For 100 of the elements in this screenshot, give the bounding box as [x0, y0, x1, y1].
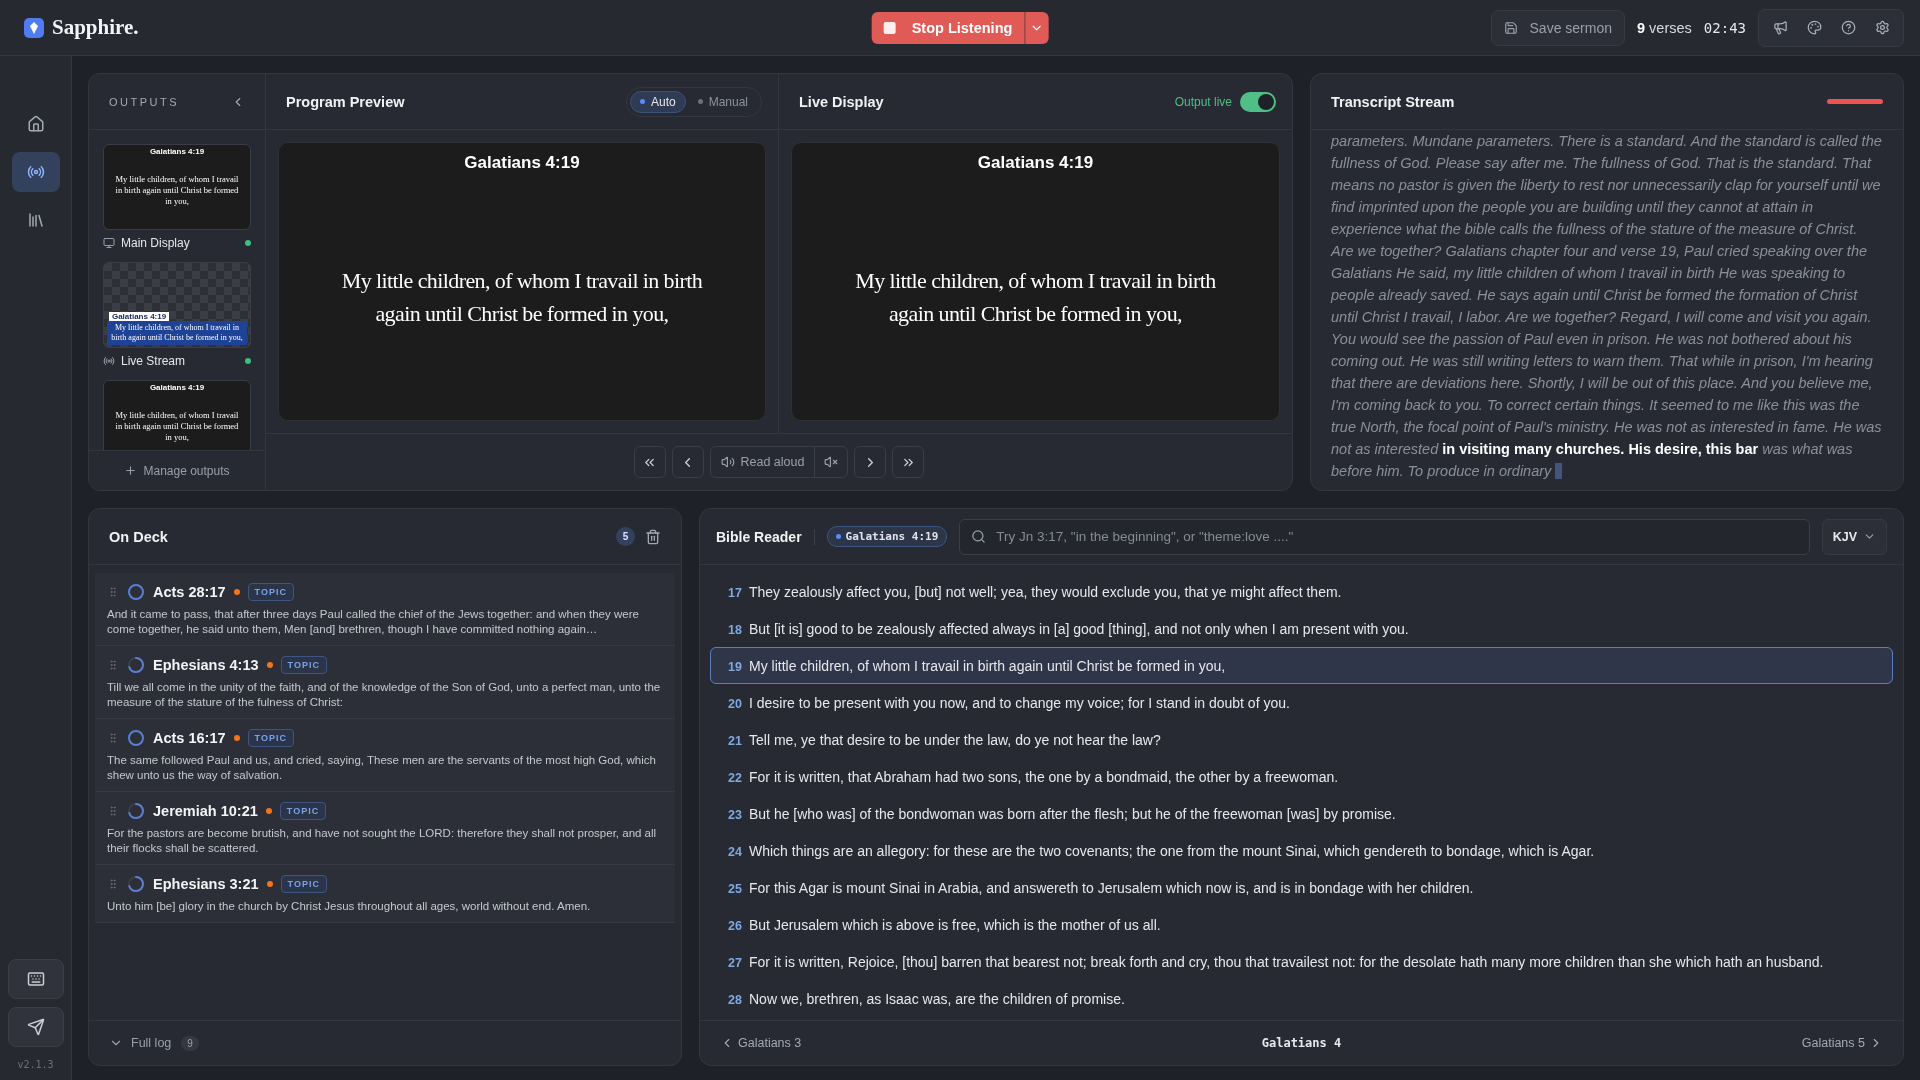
verse-text: Now we, brethren, as Isaac was, are the children of promise. [749, 990, 1125, 1007]
drag-handle-icon[interactable] [107, 805, 119, 817]
stream-preview[interactable]: Galatians 4:19 My little children, of whom I travail in birth again until Christ be formed in you, [103, 262, 251, 348]
nav-button[interactable] [11, 152, 60, 192]
verse-row[interactable]: 28 Now we, brethren, as Isaac was, are the children of promise. [710, 980, 1893, 1017]
megaphone-icon [1772, 20, 1788, 35]
transcript-text: parameters. Mundane parameters. There is a standard. And the standard is called the fullness of God. Please say after me. The fullness of God. That is the standard. That means no pastor is given the liberty to rest nor unnecessarily clap for yourself until we find imprinted upon the people you are building until they cannot at attain in experience what the bible calls the fullness of the stature of the measure of Christ. Are we together? Galatians chapter four and verse 19, Paul cried speaking over the Galatians He said, my little children of whom I travail in birth He was speaking to people already saved. He says again until Christ be formed the formation of Christ until Christ I travail, I labor. Are we together? Regard, I will come and visit you again. You would see the passion of Paul even in prison. He was not bothered about his coming out. He was still writing letters to warn them. That while in prison, I'm hearing that there are deviations here. Shortly, I will be out of this place. And you believe me, I'm coming back to you. To correct certain things. It seemed to me like this was the true North, the focal point of Paul's ministry. He was not as interested in fame. He was not as interested in visiting many churches. His desire, this bar was what was before him. To produce in ordinary [1329, 132, 1883, 481]
output-label: Main Display [121, 236, 190, 250]
verse-number: 18 [727, 622, 742, 637]
verse-text: Unto him [be] glory in the church by Christ Jesus throughout all ages, world without end. Amen. [107, 899, 592, 914]
verse-row[interactable]: 17 They zealously affect you, [but] not well; yea, they would exclude you, that ye might affect them. [710, 573, 1893, 610]
mode-tab[interactable]: Manual [687, 90, 758, 113]
version-select[interactable]: KJV [1821, 518, 1887, 555]
search-field[interactable]: Try Jn 3:17, "in the beginning", or "theme:love ...." [959, 518, 1810, 555]
outputs-title: OUTPUTS [109, 95, 180, 108]
mode-tab[interactable]: Auto [629, 90, 686, 113]
panel-title: Transcript Stream [1331, 93, 1455, 110]
verse-reference: Acts 28:17 [153, 584, 226, 600]
thumbnail-verse: My little children, of whom I travail in birth again until Christ be formed in you, [106, 321, 248, 345]
previous-chapter-link[interactable]: Galatians 3 [720, 1036, 802, 1050]
broadcast-icon [103, 355, 115, 367]
slide-verse: My little children, of whom I travail in birth again until Christ be formed in you, [340, 266, 704, 328]
monitor-icon [103, 237, 115, 249]
panel-title: Live Display [799, 93, 884, 110]
verse-row[interactable]: 21 Tell me, ye that desire to be under the law, do ye not hear the law? [710, 721, 1893, 758]
chapter-title: Galatians 4 [1261, 1036, 1342, 1050]
stop-listening-button[interactable]: Stop Listening [871, 11, 1025, 44]
send-icon [26, 1018, 45, 1036]
verse-text: I desire to be present with you now, and to change my voice; for I stand in doubt of you. [749, 694, 1290, 711]
verse-reference: Ephesians 4:13 [153, 657, 259, 673]
verse-text: For it is written, that Abraham had two sons, the one by a bondmaid, the other by a freewoman. [749, 768, 1339, 785]
next-chapter-link[interactable]: Galatians 5 [1801, 1036, 1883, 1050]
topic-tag: TOPIC [280, 656, 327, 674]
trash-icon [645, 528, 661, 545]
verse-row[interactable]: 24 Which things are an allegory: for these are the two covenants; the one from the mount Sinai, which gendereth to bondage, which is Agar. [710, 832, 1893, 869]
verse-number: 27 [727, 955, 742, 970]
last-button[interactable] [892, 446, 925, 478]
verse-row[interactable]: 18 But [it is] good to be zealously affected always in [a] good [thing], and not only when I am present with you. [710, 610, 1893, 647]
thumbnail-reference: Galatians 4:19 [149, 147, 205, 156]
verse-number: 22 [727, 770, 742, 785]
verse-row[interactable]: 27 For it is written, Rejoice, [thou] barren that bearest not; break forth and cry, thou that travailest not: for the desolate hath many more children than she which hath an husband. [710, 943, 1893, 980]
full-log-button[interactable]: Full log [109, 1036, 172, 1050]
verse-number: 20 [727, 696, 742, 711]
output-toggle[interactable] [1240, 91, 1276, 112]
topic-tag: TOPIC [247, 583, 294, 601]
count-badge: 9 [181, 1035, 199, 1051]
verse-row[interactable]: 19 My little children, of whom I travail in birth again until Christ be formed in you, [710, 647, 1893, 684]
verse-text: The same followed Paul and us, and cried, saying, These men are the servants of the most high God, which shew unto us the way of salvation. [107, 753, 657, 783]
verse-text: But Jerusalem which is above is free, which is the mother of us all. [749, 916, 1161, 933]
verse-row[interactable]: 23 But he [who was] of the bondwoman was born after the flesh; but he of the freewoman [was] by promise. [710, 795, 1893, 832]
palette-icon [1806, 20, 1822, 35]
verse-text: And it came to pass, that after three days Paul called the chief of the Jews together: and when they were come together, he said unto them, Men [and] brethren, though I have committed nothing again… [107, 607, 640, 637]
verse-text: They zealously affect you, [but] not well; yea, they would exclude you, that ye might affect them. [749, 583, 1342, 600]
verse-number: 28 [727, 992, 742, 1007]
search-icon [971, 528, 987, 544]
first-button[interactable] [633, 446, 666, 478]
plus-icon [124, 464, 138, 477]
clear-button[interactable] [645, 528, 661, 545]
send-button[interactable] [7, 1007, 64, 1047]
verse-text: Which things are an allegory: for these are the two covenants; the one from the mount Sinai, which gendereth to bondage, which is Agar. [749, 842, 1595, 859]
keyboard-button[interactable] [7, 959, 64, 999]
verse-number: 19 [727, 659, 742, 674]
recording-bar [1827, 99, 1883, 104]
deck-item[interactable] [95, 573, 675, 646]
deck-item[interactable]: Acts 16:17 TOPIC The same followed Paul and us, and cried, saying, These men are the servants of the most high God, which shew unto us the way of salvation. [95, 719, 675, 792]
display-preview[interactable]: Galatians 4:19 My little children, of whom I travail in birth again until Christ be formed in you, [103, 380, 251, 450]
logo-icon [24, 17, 44, 38]
app-name: Sapphire. [52, 15, 139, 40]
help-icon [1840, 20, 1856, 35]
verse-row[interactable]: 26 But Jerusalem which is above is free, which is the mother of us all. [710, 906, 1893, 943]
deck-item[interactable]: Ephesians 4:13 TOPIC Till we all come in the unity of the faith, and of the knowledge of the Son of God, unto a perfect man, unto the measure of the stature of the fulness of Christ: [95, 646, 675, 719]
verse-row[interactable]: 22 For it is written, that Abraham had two sons, the one by a bondmaid, the other by a freewoman. [710, 758, 1893, 795]
display-preview[interactable]: Galatians 4:19 My little children, of whom I travail in birth again until Christ be formed in you, [103, 144, 251, 230]
drag-handle-icon[interactable] [107, 878, 119, 890]
output-status: Output live [1174, 94, 1232, 109]
current-verse-chip: Galatians 4:19 [826, 526, 948, 547]
verse-reference: Acts 16:17 [153, 730, 226, 746]
mute-icon [824, 455, 839, 469]
verse-number: 26 [727, 918, 742, 933]
drag-handle-icon[interactable] [107, 732, 119, 744]
deck-item[interactable]: Ephesians 3:21 TOPIC Unto him [be] glory in the church by Christ Jesus throughout all ages, world without end. Amen. [95, 865, 675, 923]
thumbnail-verse: My little children, of whom I travail in birth again until Christ be formed in you, [114, 410, 240, 444]
deck-item[interactable]: Jeremiah 10:21 TOPIC For the pastors are become brutish, and have not sought the LORD: therefore they shall not prosper, and all their flocks shall be scattered. [95, 792, 675, 865]
verse-row[interactable]: 20 I desire to be present with you now, and to change my voice; for I stand in doubt of you. [710, 684, 1893, 721]
slide-reference: Galatians 4:19 [464, 153, 580, 173]
verse-count: 9 verses [1637, 19, 1692, 36]
manage-outputs-button[interactable]: Manage outputs [89, 450, 265, 490]
topic-tag: TOPIC [279, 802, 327, 820]
verse-number: 23 [727, 807, 742, 822]
panel-title: Program Preview [286, 93, 405, 110]
keyboard-icon [26, 970, 45, 988]
caret-button[interactable] [1024, 11, 1049, 44]
drag-handle-icon[interactable] [107, 659, 119, 671]
verse-row[interactable]: 25 For this Agar is mount Sinai in Arabia, and answereth to Jerusalem which now is, and is in bondage with her children. [710, 869, 1893, 906]
drag-handle-icon[interactable] [107, 586, 119, 598]
verse-text: For the pastors are become brutish, and have not sought the LORD: therefore they shall not prosper, and all their flocks shall be scattered. [107, 826, 658, 856]
verse-text: Tell me, ye that desire to be under the law, do ye not hear the law? [749, 731, 1161, 748]
save-sermon-button[interactable]: Save sermon [1490, 9, 1625, 46]
panel-title: On Deck [109, 528, 168, 545]
thumbnail-verse: My little children, of whom I travail in birth again until Christ be formed in you, [114, 174, 240, 208]
